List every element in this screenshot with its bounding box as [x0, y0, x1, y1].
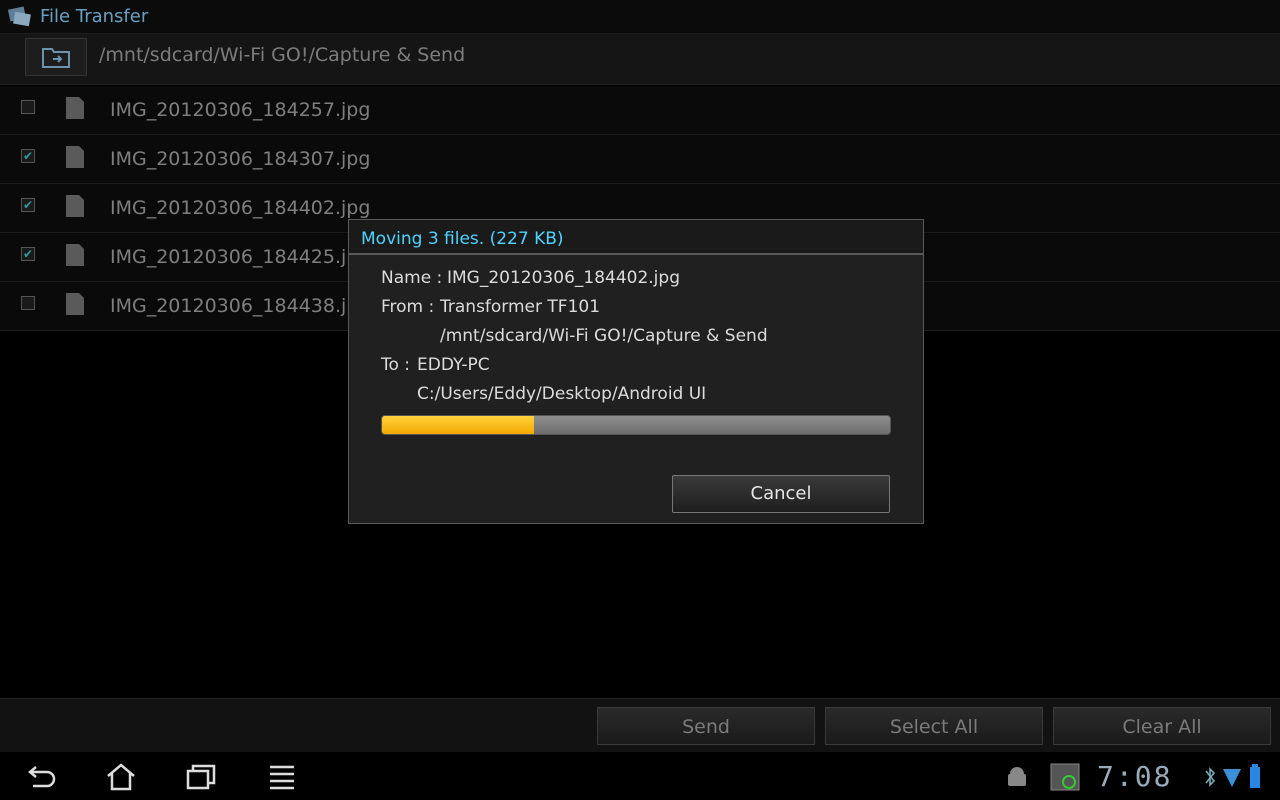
dialog-header: Moving 3 files. (227 KB)	[349, 220, 923, 255]
progress-fill	[382, 416, 535, 434]
wifi-icon	[1223, 769, 1241, 787]
battery-icon	[1250, 764, 1260, 788]
clock: 7:08	[1097, 760, 1173, 793]
to-path: C:/Users/Eddy/Desktop/Android UI	[417, 384, 707, 404]
to-device: EDDY-PC	[417, 355, 490, 375]
bluetooth-icon	[1205, 767, 1216, 787]
dialog-title: Moving 3 files. (227 KB)	[361, 229, 564, 249]
name-label: Name :	[381, 268, 443, 288]
cancel-button[interactable]: Cancel	[672, 475, 890, 513]
from-device: Transformer TF101	[440, 297, 601, 317]
from-path: /mnt/sdcard/Wi-Fi GO!/Capture & Send	[440, 326, 768, 346]
android-debug-icon	[1008, 767, 1026, 786]
transfer-progress-bar	[381, 415, 891, 435]
back-icon[interactable]	[23, 762, 57, 792]
menu-icon[interactable]	[265, 762, 299, 792]
recent-apps-icon[interactable]	[184, 762, 218, 792]
home-icon[interactable]	[104, 762, 138, 792]
move-progress-dialog: Moving 3 files. (227 KB) Name : IMG_2012…	[348, 219, 924, 524]
file-transfer-notification-icon	[1050, 763, 1080, 791]
system-nav-bar: 7:08	[0, 752, 1280, 800]
name-value: IMG_20120306_184402.jpg	[447, 268, 680, 288]
to-label: To :	[381, 355, 411, 375]
from-label: From :	[381, 297, 435, 317]
